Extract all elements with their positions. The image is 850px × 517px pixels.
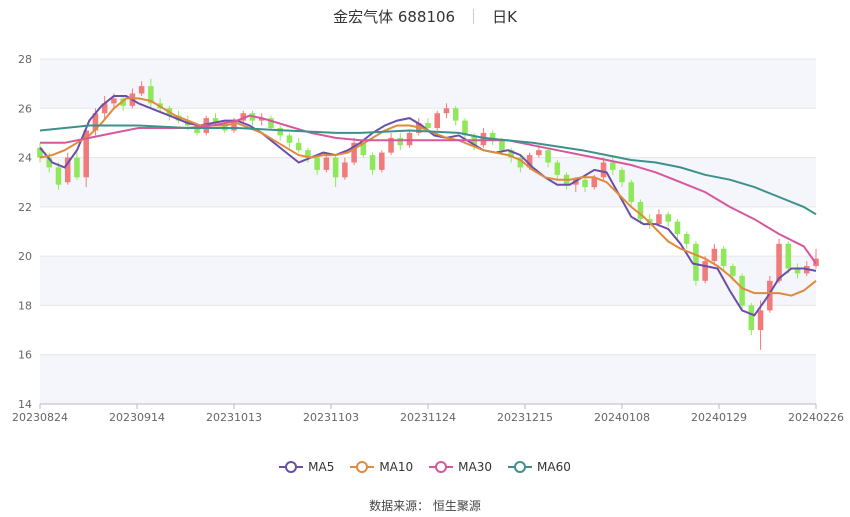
y-tick-label: 26 bbox=[18, 102, 32, 115]
x-axis: 20230824 20230914 20231013 20231103 20231124… bbox=[12, 403, 844, 424]
x-tick-label: 20240108 bbox=[594, 411, 650, 424]
candle-body bbox=[748, 305, 755, 331]
x-tick-label: 20230824 bbox=[12, 411, 68, 424]
y-tick-label: 14 bbox=[18, 398, 32, 411]
candle-body bbox=[665, 214, 671, 222]
candle-body bbox=[609, 162, 616, 170]
data-source: 数据来源： 恒生聚源 bbox=[369, 499, 481, 513]
candle-body bbox=[739, 275, 745, 306]
candle-body bbox=[138, 86, 145, 94]
background-band bbox=[40, 157, 816, 207]
y-tick-label: 28 bbox=[18, 53, 32, 66]
candlestick-chart: 14 16 18 20 22 24 26 28 20230824 20230914 2023101… bbox=[12, 53, 844, 424]
legend-label: MA5 bbox=[308, 460, 335, 474]
legend-swatch-icon bbox=[508, 461, 533, 473]
candle-body bbox=[785, 243, 792, 269]
candle-body bbox=[286, 135, 293, 143]
legend-item-ma60[interactable]: MA60 bbox=[508, 460, 571, 474]
legend-item-ma5[interactable]: MA5 bbox=[279, 460, 334, 474]
candle-body bbox=[702, 261, 708, 281]
candle-body bbox=[406, 132, 413, 146]
candle-body bbox=[295, 142, 302, 151]
candle-body bbox=[111, 98, 117, 104]
candle-body bbox=[757, 310, 764, 331]
candle-body bbox=[314, 157, 320, 170]
candle-body bbox=[674, 221, 681, 234]
candle-body bbox=[332, 157, 339, 178]
candle-body bbox=[711, 248, 718, 262]
candle-body bbox=[443, 108, 450, 114]
legend-swatch-icon bbox=[350, 461, 375, 473]
candle-body bbox=[323, 157, 330, 170]
candle-body bbox=[536, 150, 542, 156]
background-band bbox=[40, 256, 816, 306]
candle-body bbox=[600, 162, 607, 178]
legend-label: MA60 bbox=[537, 460, 571, 474]
candle-body bbox=[619, 169, 625, 183]
candle-body bbox=[554, 162, 561, 175]
legend-label: MA10 bbox=[379, 460, 414, 474]
x-tick-label: 20231215 bbox=[497, 411, 553, 424]
y-tick-label: 22 bbox=[18, 201, 32, 214]
x-tick-label: 20230914 bbox=[109, 411, 165, 424]
candle-body bbox=[74, 157, 80, 178]
x-tick-label: 20240226 bbox=[788, 411, 844, 424]
candle-body bbox=[656, 214, 662, 225]
candle-body bbox=[55, 167, 62, 185]
candle-body bbox=[582, 179, 588, 188]
candle-body bbox=[369, 155, 376, 170]
x-tick-label: 20231013 bbox=[206, 411, 262, 424]
y-axis: 14 16 18 20 22 24 26 28 bbox=[18, 53, 32, 411]
legend-item-ma10[interactable]: MA10 bbox=[350, 460, 413, 474]
candle-body bbox=[342, 162, 348, 178]
x-tick-label: 20231124 bbox=[400, 411, 456, 424]
candle-body bbox=[683, 233, 690, 244]
background-band bbox=[40, 354, 816, 404]
candle-body bbox=[397, 137, 404, 146]
candle-body bbox=[730, 266, 736, 276]
y-tick-label: 18 bbox=[18, 299, 32, 312]
candle-body bbox=[545, 150, 551, 163]
legend-label: MA30 bbox=[458, 460, 493, 474]
candle-body bbox=[776, 243, 782, 281]
candle-body bbox=[499, 140, 505, 151]
y-tick-label: 20 bbox=[18, 250, 32, 263]
candle-body bbox=[693, 243, 699, 281]
legend-swatch-icon bbox=[279, 461, 304, 473]
candle-body bbox=[379, 152, 385, 170]
candle-body bbox=[452, 108, 459, 121]
candles bbox=[37, 78, 819, 350]
background-band bbox=[40, 59, 816, 109]
legend: MA5 MA10 MA30 MA60 bbox=[0, 458, 850, 476]
legend-item-ma30[interactable]: MA30 bbox=[429, 460, 492, 474]
y-tick-label: 16 bbox=[18, 349, 32, 362]
candle-body bbox=[720, 248, 727, 266]
y-tick-label: 24 bbox=[18, 152, 32, 165]
x-tick-label: 20231103 bbox=[303, 411, 359, 424]
candle-body bbox=[425, 123, 431, 128]
x-tick-label: 20240129 bbox=[691, 411, 747, 424]
legend-swatch-icon bbox=[429, 461, 454, 473]
candle-body bbox=[434, 113, 441, 128]
candle-body bbox=[628, 182, 635, 202]
